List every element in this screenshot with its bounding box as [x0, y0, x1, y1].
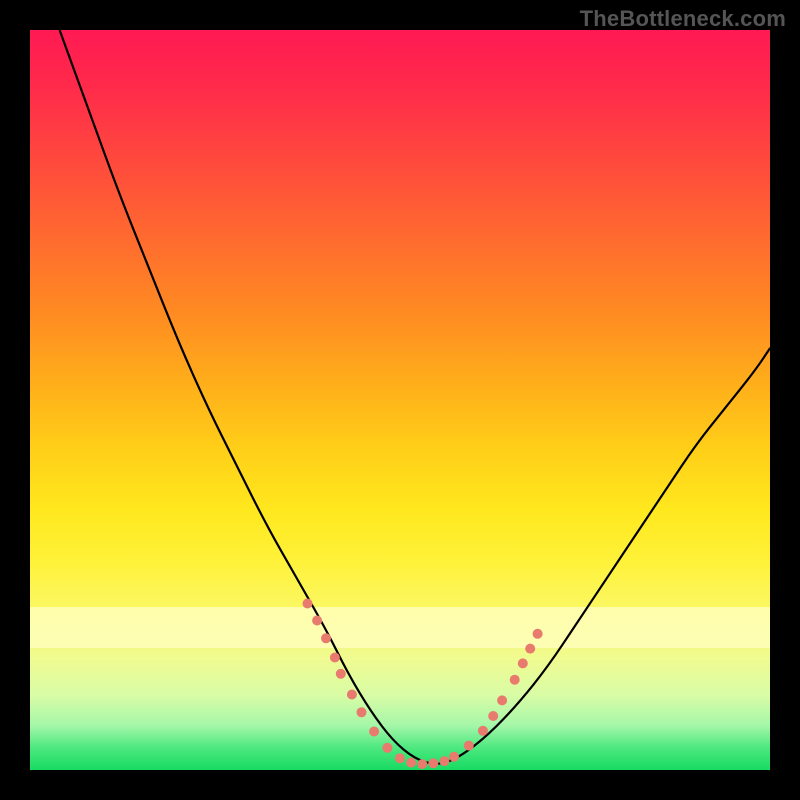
curve-marker [439, 756, 449, 766]
curve-marker [417, 759, 427, 769]
marker-group [303, 599, 543, 770]
curve-marker [347, 690, 357, 700]
curve-marker [510, 675, 520, 685]
curve-marker [303, 599, 313, 609]
curve-marker [478, 726, 488, 736]
curve-marker [395, 753, 405, 763]
curve-marker [336, 669, 346, 679]
curve-marker [464, 741, 474, 751]
curve-marker [321, 633, 331, 643]
curve-marker [525, 644, 535, 654]
chart-frame: TheBottleneck.com [0, 0, 800, 800]
curve-marker [357, 707, 367, 717]
curve-marker [330, 653, 340, 663]
curve-marker [312, 616, 322, 626]
curve-marker [369, 727, 379, 737]
curve-svg [30, 30, 770, 770]
curve-marker [488, 711, 498, 721]
curve-marker [533, 629, 543, 639]
curve-marker [382, 743, 392, 753]
curve-marker [428, 758, 438, 768]
watermark-text: TheBottleneck.com [580, 6, 786, 32]
plot-area [30, 30, 770, 770]
curve-marker [518, 658, 528, 668]
curve-marker [449, 752, 459, 762]
bottleneck-curve [60, 30, 770, 764]
curve-marker [406, 758, 416, 768]
curve-marker [497, 695, 507, 705]
